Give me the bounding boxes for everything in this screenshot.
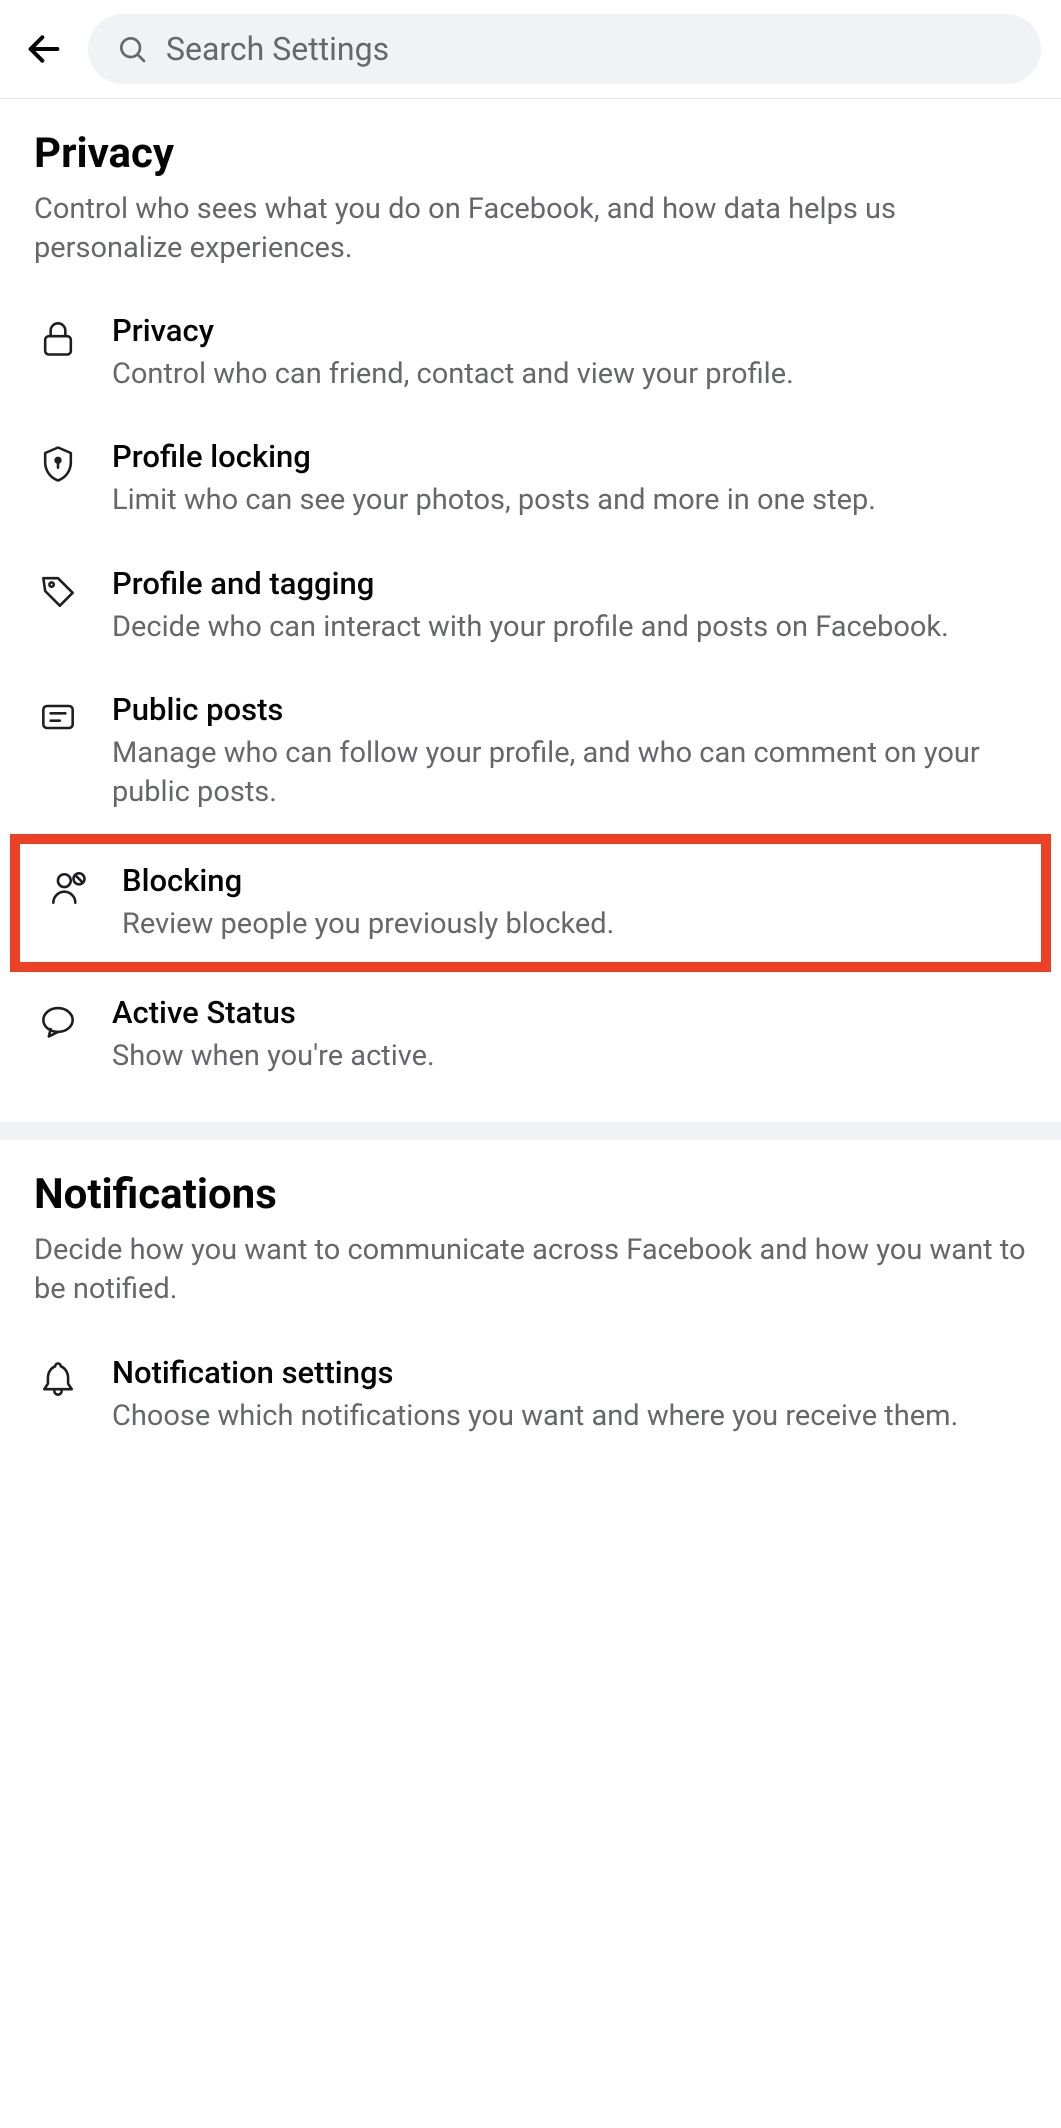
item-desc: Limit who can see your photos, posts and… — [112, 481, 1027, 520]
privacy-item[interactable]: Privacy Control who can friend, contact … — [34, 290, 1027, 416]
item-title: Notification settings — [112, 1354, 1027, 1391]
notifications-section-title: Notifications — [34, 1170, 1027, 1219]
item-title: Blocking — [122, 862, 1017, 899]
item-desc: Show when you're active. — [112, 1037, 1027, 1076]
item-title: Public posts — [112, 691, 1027, 728]
shield-icon — [34, 440, 82, 488]
bell-icon — [34, 1356, 82, 1404]
active-status-item[interactable]: Active Status Show when you're active. — [34, 972, 1027, 1098]
item-text: Profile locking Limit who can see your p… — [112, 438, 1027, 520]
blocking-item[interactable]: Blocking Review people you previously bl… — [44, 844, 1017, 962]
lock-icon — [34, 314, 82, 362]
section-divider — [0, 1122, 1061, 1140]
item-desc: Manage who can follow your profile, and … — [112, 734, 1027, 812]
back-button[interactable] — [20, 25, 68, 73]
item-title: Profile locking — [112, 438, 1027, 475]
privacy-section: Privacy Control who sees what you do on … — [0, 99, 1061, 1122]
item-text: Profile and tagging Decide who can inter… — [112, 565, 1027, 647]
profile-locking-item[interactable]: Profile locking Limit who can see your p… — [34, 416, 1027, 542]
search-icon — [116, 33, 148, 65]
block-user-icon — [44, 864, 92, 912]
item-desc: Choose which notifications you want and … — [112, 1397, 1027, 1436]
search-input[interactable]: Search Settings — [88, 14, 1041, 84]
back-arrow-icon — [24, 29, 64, 69]
item-title: Active Status — [112, 994, 1027, 1031]
item-desc: Decide who can interact with your profil… — [112, 608, 1027, 647]
item-text: Public posts Manage who can follow your … — [112, 691, 1027, 812]
notification-settings-item[interactable]: Notification settings Choose which notif… — [34, 1332, 1027, 1458]
profile-tagging-item[interactable]: Profile and tagging Decide who can inter… — [34, 543, 1027, 669]
item-text: Blocking Review people you previously bl… — [122, 862, 1017, 944]
notifications-section: Notifications Decide how you want to com… — [0, 1140, 1061, 1481]
item-title: Profile and tagging — [112, 565, 1027, 602]
header: Search Settings — [0, 0, 1061, 99]
chat-icon — [34, 996, 82, 1044]
privacy-section-desc: Control who sees what you do on Facebook… — [34, 190, 1027, 268]
item-desc: Review people you previously blocked. — [122, 905, 1017, 944]
tag-icon — [34, 567, 82, 615]
item-text: Notification settings Choose which notif… — [112, 1354, 1027, 1436]
posts-icon — [34, 693, 82, 741]
notifications-section-desc: Decide how you want to communicate acros… — [34, 1231, 1027, 1309]
item-text: Active Status Show when you're active. — [112, 994, 1027, 1076]
privacy-section-title: Privacy — [34, 129, 1027, 178]
search-placeholder: Search Settings — [166, 30, 389, 68]
item-desc: Control who can friend, contact and view… — [112, 355, 1027, 394]
item-title: Privacy — [112, 312, 1027, 349]
item-text: Privacy Control who can friend, contact … — [112, 312, 1027, 394]
blocking-highlight: Blocking Review people you previously bl… — [10, 834, 1051, 972]
public-posts-item[interactable]: Public posts Manage who can follow your … — [34, 669, 1027, 834]
